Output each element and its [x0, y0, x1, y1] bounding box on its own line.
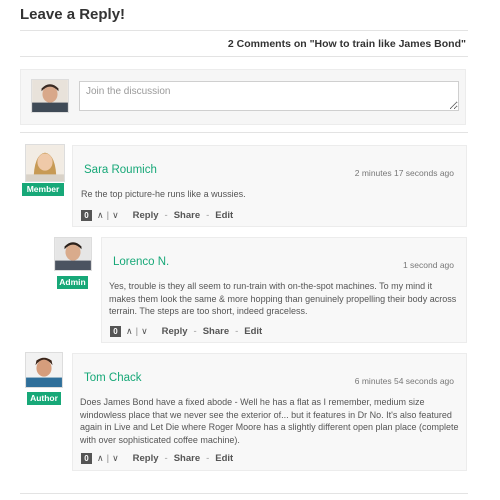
vote-count: 0 [81, 453, 92, 464]
role-badge: Admin [57, 276, 88, 289]
share-button[interactable]: Share [203, 326, 229, 337]
separator: - [164, 210, 168, 221]
comment-timestamp[interactable]: 2 minutes 17 seconds ago [355, 168, 454, 178]
comment-actions: 0 ∧ | ∨ Reply - Share - Edit [81, 453, 233, 464]
downvote-icon[interactable]: ∨ [141, 326, 148, 337]
comment-card: Sara Roumich 2 minutes 17 seconds ago Re… [72, 145, 467, 227]
comment-author[interactable]: Tom Chack [84, 372, 142, 384]
divider [20, 56, 468, 57]
comment-timestamp[interactable]: 1 second ago [403, 260, 454, 270]
compose-box [20, 69, 466, 125]
separator: - [193, 326, 197, 337]
comment-text: Yes, trouble is they all seem to run-tra… [109, 281, 457, 316]
edit-button[interactable]: Edit [244, 326, 262, 337]
vote-divider: | [135, 326, 139, 337]
share-button[interactable]: Share [174, 453, 200, 464]
divider [20, 30, 468, 31]
avatar[interactable] [25, 144, 65, 182]
separator: - [206, 453, 210, 464]
section-title: Leave a Reply! [20, 6, 126, 23]
role-badge: Author [27, 392, 61, 405]
divider [20, 493, 468, 494]
separator: - [164, 453, 168, 464]
comment-text: Does James Bond have a fixed abode - Wel… [80, 397, 459, 445]
avatar[interactable] [54, 237, 92, 271]
comment-text: Re the top picture-he runs like a wussie… [81, 189, 246, 199]
edit-button[interactable]: Edit [215, 453, 233, 464]
share-button[interactable]: Share [174, 210, 200, 221]
reply-button[interactable]: Reply [162, 326, 188, 337]
vote-count: 0 [81, 210, 92, 221]
comment-actions: 0 ∧ | ∨ Reply - Share - Edit [81, 210, 233, 221]
downvote-icon[interactable]: ∨ [112, 210, 119, 221]
edit-button[interactable]: Edit [215, 210, 233, 221]
comment-card: Lorenco N. 1 second ago Yes, trouble is … [101, 237, 467, 343]
vote-divider: | [106, 210, 110, 221]
upvote-icon[interactable]: ∧ [97, 210, 104, 221]
upvote-icon[interactable]: ∧ [97, 453, 104, 464]
comment-timestamp[interactable]: 6 minutes 54 seconds ago [355, 376, 454, 386]
role-badge: Member [22, 183, 64, 196]
upvote-icon[interactable]: ∧ [126, 326, 133, 337]
separator: - [206, 210, 210, 221]
avatar[interactable] [25, 352, 63, 388]
vote-count: 0 [110, 326, 121, 337]
comment-count: 2 Comments on "How to train like James B… [227, 38, 466, 50]
comment-actions: 0 ∧ | ∨ Reply - Share - Edit [110, 326, 262, 337]
downvote-icon[interactable]: ∨ [112, 453, 119, 464]
separator: - [235, 326, 239, 337]
comment-input[interactable] [79, 81, 459, 111]
reply-button[interactable]: Reply [133, 453, 159, 464]
comment-card: Tom Chack 6 minutes 54 seconds ago Does … [72, 353, 467, 471]
vote-divider: | [106, 453, 110, 464]
divider [20, 132, 468, 133]
comment-author[interactable]: Lorenco N. [113, 256, 169, 268]
reply-button[interactable]: Reply [133, 210, 159, 221]
comment-author[interactable]: Sara Roumich [84, 164, 157, 176]
current-user-avatar [31, 79, 69, 113]
